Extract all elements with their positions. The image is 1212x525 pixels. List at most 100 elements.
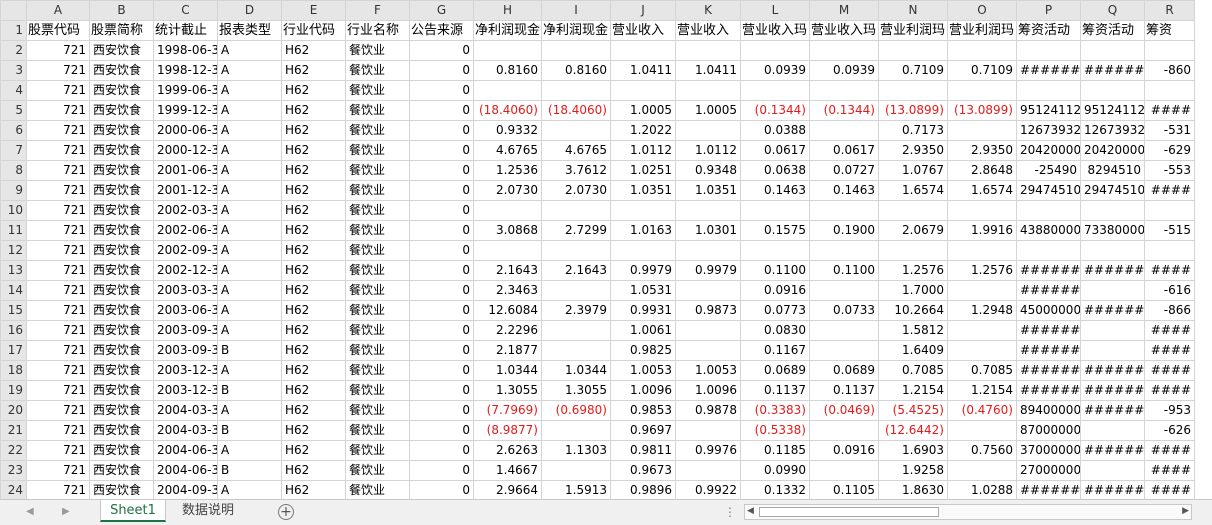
cell[interactable]: 西安饮食 [89, 380, 154, 401]
cell[interactable] [675, 280, 741, 301]
cell[interactable]: 2004-03-3 [153, 400, 218, 421]
cell[interactable]: 0.9348 [675, 160, 741, 181]
cell[interactable] [878, 240, 948, 261]
cell[interactable]: 2004-06-3 [153, 460, 218, 481]
cell[interactable] [947, 200, 1017, 221]
cell[interactable]: 89400000 [1016, 400, 1081, 421]
cell[interactable] [675, 80, 741, 101]
cell[interactable]: H62 [281, 440, 346, 461]
cell[interactable]: 0 [409, 80, 474, 101]
cell[interactable] [947, 320, 1017, 341]
cell[interactable]: 0.0990 [740, 460, 810, 481]
cell[interactable]: 0.9922 [675, 480, 741, 499]
cell[interactable]: #### [1144, 380, 1195, 401]
cell[interactable] [675, 240, 741, 261]
row-header[interactable]: 5 [0, 100, 27, 121]
cell[interactable]: 95124112 [1080, 100, 1145, 121]
cell[interactable]: 0.0830 [740, 320, 810, 341]
cell[interactable]: (5.4525) [878, 400, 948, 421]
cell[interactable]: 1.6574 [947, 180, 1017, 201]
cell[interactable]: 0.9825 [610, 340, 676, 361]
cell[interactable]: 1.5913 [541, 480, 611, 499]
column-header-K[interactable]: K [675, 0, 741, 21]
cell[interactable]: 8294510 [1080, 160, 1145, 181]
cell[interactable] [1080, 40, 1145, 61]
cell[interactable]: H62 [281, 420, 346, 441]
cell[interactable]: B [217, 380, 282, 401]
cell[interactable]: 西安饮食 [89, 360, 154, 381]
cell[interactable]: 1.0411 [675, 60, 741, 81]
cell[interactable]: 3.7612 [541, 160, 611, 181]
cell[interactable]: 筹资活动 [1080, 20, 1145, 41]
cell[interactable]: 0 [409, 40, 474, 61]
cell[interactable]: B [217, 340, 282, 361]
cell[interactable]: (0.5338) [740, 420, 810, 441]
cell[interactable]: 0.0617 [740, 140, 810, 161]
cell[interactable] [541, 240, 611, 261]
cell[interactable] [947, 420, 1017, 441]
cell[interactable]: 餐饮业 [345, 160, 410, 181]
cell[interactable]: 0.9878 [675, 400, 741, 421]
cell[interactable] [878, 40, 948, 61]
cell[interactable] [947, 80, 1017, 101]
row-header[interactable]: 24 [0, 480, 27, 499]
row-header[interactable]: 10 [0, 200, 27, 221]
cell[interactable]: H62 [281, 260, 346, 281]
cell[interactable]: A [217, 480, 282, 499]
cell[interactable]: 2004-03-3 [153, 420, 218, 441]
row-header[interactable]: 13 [0, 260, 27, 281]
cell[interactable]: 721 [26, 340, 90, 361]
cell[interactable]: 0 [409, 400, 474, 421]
cell[interactable]: 721 [26, 120, 90, 141]
cell[interactable]: 西安饮食 [89, 240, 154, 261]
cell[interactable]: ######## [1016, 60, 1081, 81]
cell[interactable] [947, 280, 1017, 301]
cell[interactable]: 27000000 [1016, 460, 1081, 481]
cell[interactable] [1080, 420, 1145, 441]
cell[interactable]: 2003-12-3 [153, 360, 218, 381]
cell[interactable]: 2.9350 [878, 140, 948, 161]
row-header[interactable]: 9 [0, 180, 27, 201]
cell[interactable]: ######## [1080, 480, 1145, 499]
cell[interactable] [473, 80, 542, 101]
cell[interactable]: H62 [281, 140, 346, 161]
cell[interactable]: 0 [409, 280, 474, 301]
cell[interactable]: 西安饮食 [89, 260, 154, 281]
cell[interactable]: 2001-06-3 [153, 160, 218, 181]
cell[interactable]: 721 [26, 420, 90, 441]
select-all-corner[interactable] [0, 0, 27, 21]
cell[interactable]: 股票简称 [89, 20, 154, 41]
cell[interactable]: 2002-06-3 [153, 220, 218, 241]
cell[interactable]: 餐饮业 [345, 180, 410, 201]
cell[interactable] [809, 340, 879, 361]
cell[interactable] [1144, 80, 1195, 101]
cell[interactable]: ######## [1016, 280, 1081, 301]
cell[interactable]: 餐饮业 [345, 280, 410, 301]
cell[interactable]: 1.0301 [675, 220, 741, 241]
cell[interactable]: 0.7173 [878, 120, 948, 141]
cell[interactable]: 报表类型 [217, 20, 282, 41]
cell[interactable]: H62 [281, 300, 346, 321]
cell[interactable] [541, 120, 611, 141]
cell[interactable] [1016, 80, 1081, 101]
cell[interactable] [809, 460, 879, 481]
cell[interactable]: (0.6980) [541, 400, 611, 421]
cell[interactable]: 行业名称 [345, 20, 410, 41]
cell[interactable]: #### [1144, 260, 1195, 281]
cell[interactable]: 1.0767 [878, 160, 948, 181]
cell[interactable]: A [217, 360, 282, 381]
cell[interactable]: 0.1137 [809, 380, 879, 401]
column-header-O[interactable]: O [947, 0, 1017, 21]
cell[interactable]: 1.0061 [610, 320, 676, 341]
cell[interactable]: 721 [26, 260, 90, 281]
column-header-G[interactable]: G [409, 0, 474, 21]
cell[interactable]: 公告来源 [409, 20, 474, 41]
cell[interactable]: 0.0733 [809, 300, 879, 321]
cell[interactable]: 20420000 [1080, 140, 1145, 161]
cell[interactable]: #### [1144, 340, 1195, 361]
cell[interactable]: 2.6263 [473, 440, 542, 461]
column-header-N[interactable]: N [878, 0, 948, 21]
cell[interactable] [1144, 40, 1195, 61]
cell[interactable]: 1.2154 [878, 380, 948, 401]
cell[interactable]: -515 [1144, 220, 1195, 241]
